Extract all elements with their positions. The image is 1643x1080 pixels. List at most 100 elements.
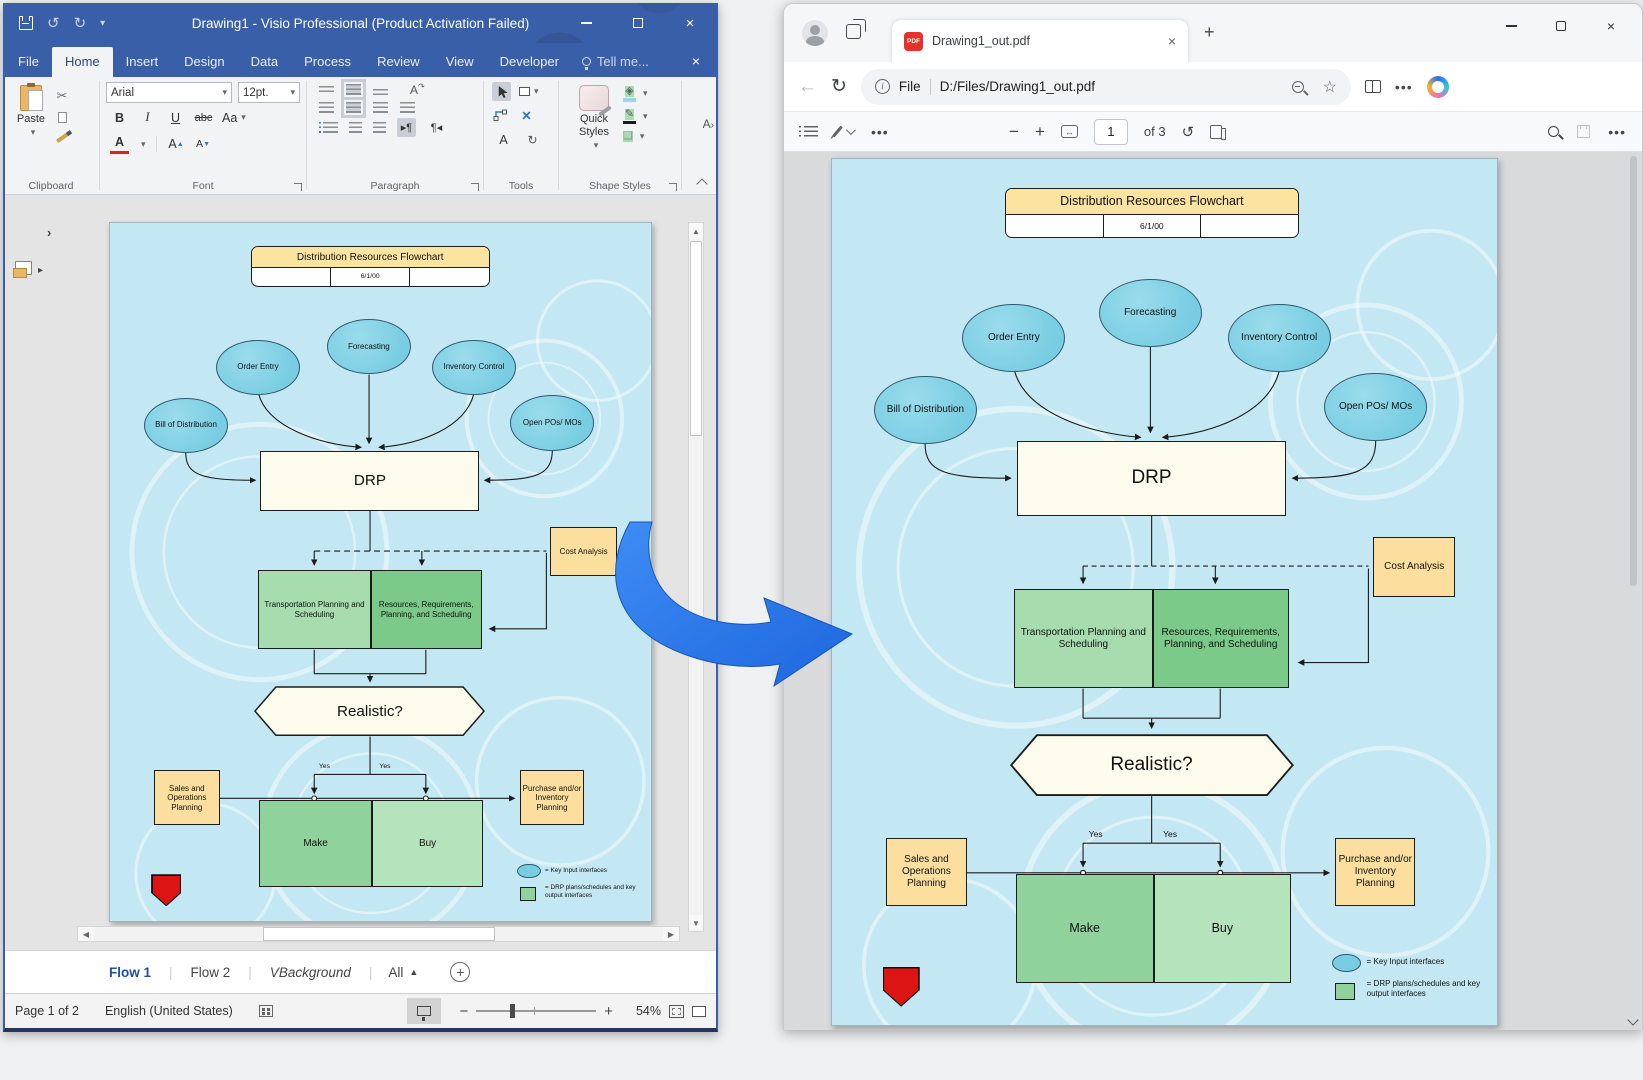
minimize-button[interactable] xyxy=(1486,10,1536,42)
copy-icon[interactable] xyxy=(53,109,71,125)
align-center-icon[interactable] xyxy=(346,102,361,113)
profile-avatar[interactable] xyxy=(802,20,828,46)
node-resources[interactable]: Resources, Requirements, Planning, and S… xyxy=(371,570,482,650)
node-realistic[interactable]: Realistic? xyxy=(254,686,485,736)
node-open-pos-mos[interactable]: Open POs/ MOs xyxy=(510,395,594,450)
stencil-arrow-icon[interactable]: ▸ xyxy=(38,265,43,276)
document-close-icon[interactable]: × xyxy=(676,46,716,77)
node-cost-analysis[interactable]: Cost Analysis xyxy=(550,527,617,576)
connector-tool-icon[interactable] xyxy=(493,108,507,124)
switch-windows-icon[interactable] xyxy=(692,1006,706,1017)
back-icon[interactable]: ← xyxy=(798,76,817,98)
new-tab-button[interactable]: + xyxy=(1204,22,1215,43)
presentation-mode-button[interactable] xyxy=(407,998,441,1024)
font-dialog-launcher[interactable] xyxy=(294,183,302,191)
italic-button[interactable]: I xyxy=(138,108,157,127)
close-button[interactable]: × xyxy=(664,3,716,43)
scroll-right-icon[interactable]: ▶ xyxy=(663,927,679,941)
horizontal-scroll-thumb[interactable] xyxy=(263,927,495,941)
address-bar[interactable]: i File D:/Files/Drawing1_out.pdf ☆ xyxy=(861,69,1351,105)
horizontal-scrollbar[interactable]: ◀ ▶ xyxy=(77,926,680,942)
redo-icon[interactable]: ↻ xyxy=(74,14,87,32)
strikethrough-button[interactable]: abc xyxy=(194,108,213,127)
vertical-scrollbar[interactable]: ▲ ▼ xyxy=(688,222,704,932)
scroll-up-icon[interactable]: ▲ xyxy=(689,223,703,239)
scroll-left-icon[interactable]: ◀ xyxy=(78,927,94,941)
align-right-icon[interactable] xyxy=(373,102,388,113)
effects-button[interactable]: ❑▾ xyxy=(623,131,648,142)
tab-data[interactable]: Data xyxy=(238,47,291,77)
copilot-icon[interactable] xyxy=(1427,76,1449,98)
node-drp[interactable]: DRP xyxy=(260,451,479,511)
node-sales-ops[interactable]: Sales and Operations Planning xyxy=(154,770,220,825)
font-name-combo[interactable]: Arial▾ xyxy=(106,82,232,103)
change-case-button[interactable]: Aa▾ xyxy=(222,108,246,127)
quick-styles-button[interactable]: Quick Styles ▾ xyxy=(565,82,623,176)
tab-close-icon[interactable]: × xyxy=(1168,33,1176,49)
fill-button[interactable]: ◈▾ xyxy=(623,86,648,102)
customize-qat-icon[interactable]: ▾ xyxy=(100,18,105,29)
shrink-font-button[interactable]: A▼ xyxy=(194,135,213,154)
zoom-out-icon[interactable]: − xyxy=(1009,122,1019,142)
table-of-contents-icon[interactable] xyxy=(804,126,818,137)
node-purchase-inventory[interactable]: Purchase and/or Inventory Planning xyxy=(520,770,585,825)
rotate-tool-icon[interactable]: ↻ xyxy=(523,130,542,149)
zoom-level[interactable]: 54% xyxy=(621,1004,661,1018)
tab-developer[interactable]: Developer xyxy=(487,47,572,77)
pdf-scroll-thumb[interactable] xyxy=(1630,156,1637,586)
tab-design[interactable]: Design xyxy=(171,47,237,77)
align-top-icon[interactable] xyxy=(319,86,334,94)
node-forecasting[interactable]: Forecasting xyxy=(327,319,411,374)
address-url[interactable]: D:/Files/Drawing1_out.pdf xyxy=(940,79,1283,94)
split-screen-icon[interactable] xyxy=(1365,80,1381,93)
save-icon[interactable] xyxy=(19,16,33,30)
maximize-button[interactable] xyxy=(612,3,664,43)
visio-drawing-page[interactable]: Distribution Resources Flowchart 6/1/00 … xyxy=(109,222,652,922)
tab-actions-icon[interactable] xyxy=(846,24,861,39)
font-color-button[interactable]: A xyxy=(110,135,129,154)
shape-styles-dialog-launcher[interactable] xyxy=(669,183,677,191)
page-tab-vbackground[interactable]: VBackground xyxy=(252,965,369,980)
vertical-scroll-thumb[interactable] xyxy=(690,241,702,436)
bold-button[interactable]: B xyxy=(110,108,129,127)
bullets-icon[interactable] xyxy=(323,122,338,133)
scroll-down-icon[interactable]: ▼ xyxy=(689,915,703,931)
line-button[interactable]: ✎▾ xyxy=(623,109,648,125)
maximize-button[interactable] xyxy=(1536,10,1586,42)
close-button[interactable]: × xyxy=(1586,10,1636,42)
align-bottom-icon[interactable] xyxy=(373,89,388,97)
pointer-tool-icon[interactable] xyxy=(492,82,511,101)
paste-dropdown-icon[interactable]: ▾ xyxy=(31,127,36,138)
refresh-icon[interactable]: ↻ xyxy=(831,75,847,98)
paste-button[interactable]: Paste ▾ xyxy=(9,82,53,176)
flowchart-title-block[interactable]: Distribution Resources Flowchart 6/1/00 xyxy=(251,246,490,286)
align-middle-icon[interactable] xyxy=(346,84,361,95)
node-inventory-control[interactable]: Inventory Control xyxy=(432,340,516,395)
increase-indent-icon[interactable] xyxy=(373,122,386,133)
node-make[interactable]: Make xyxy=(259,800,372,888)
collapse-ribbon-icon[interactable] xyxy=(696,178,707,189)
tab-view[interactable]: View xyxy=(433,47,487,77)
pdf-scrollbar[interactable] xyxy=(1628,156,1639,1026)
pdf-more-icon[interactable]: ••• xyxy=(1608,124,1626,140)
insert-page-button[interactable]: + xyxy=(450,962,470,982)
page-view-icon[interactable] xyxy=(1210,125,1222,139)
page-tab-flow2[interactable]: Flow 2 xyxy=(173,965,249,980)
annotate-button[interactable] xyxy=(836,125,853,138)
format-painter-icon[interactable] xyxy=(53,130,71,146)
favorite-star-icon[interactable]: ☆ xyxy=(1323,77,1337,97)
zoom-slider[interactable] xyxy=(476,1010,596,1012)
status-page-info[interactable]: Page 1 of 2 xyxy=(15,1004,79,1018)
node-bill-of-distribution[interactable]: Bill of Distribution xyxy=(144,398,228,453)
zoom-in-icon[interactable]: + xyxy=(1035,122,1045,142)
node-buy[interactable]: Buy xyxy=(372,800,483,888)
toolbar-more-icon[interactable]: ••• xyxy=(871,124,889,140)
search-icon[interactable] xyxy=(1548,126,1559,137)
zoom-in-button[interactable]: + xyxy=(604,1003,613,1020)
minimize-button[interactable] xyxy=(560,3,612,43)
connection-point-icon[interactable]: ✕ xyxy=(517,106,536,125)
browser-tab-active[interactable]: PDF Drawing1_out.pdf × xyxy=(892,20,1188,62)
decrease-indent-icon[interactable] xyxy=(349,122,362,133)
align-left-icon[interactable] xyxy=(319,102,334,113)
fit-page-icon[interactable] xyxy=(669,1005,684,1018)
